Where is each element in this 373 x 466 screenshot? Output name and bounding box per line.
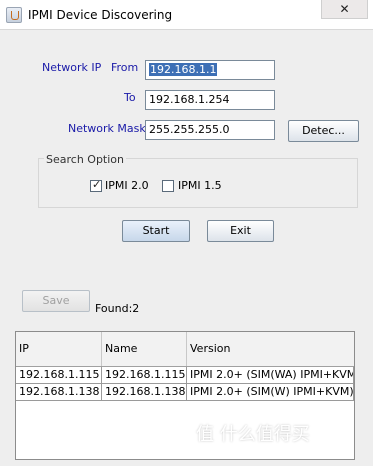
ipmi20-label: IPMI 2.0 <box>105 179 149 192</box>
dialog-window: IPMI Device Discovering ✕ Network IP Fro… <box>0 0 373 466</box>
cell-name: 192.168.1.115 <box>102 367 187 384</box>
cell-ip: 192.168.1.115 <box>16 367 102 384</box>
title-bar: IPMI Device Discovering ✕ <box>0 0 373 30</box>
network-mask-field[interactable]: 255.255.255.0 <box>145 120 275 140</box>
table-header: IP Name Version <box>16 332 354 367</box>
checkmark-icon: ✓ <box>92 178 102 191</box>
to-ip-field[interactable]: 192.168.1.254 <box>145 90 275 110</box>
exit-button[interactable]: Exit <box>207 220 274 242</box>
search-option-title: Search Option <box>44 153 126 166</box>
java-app-icon <box>6 7 22 23</box>
start-button[interactable]: Start <box>122 220 190 242</box>
cell-version: IPMI 2.0+ (SIM(WA) IPMI+KVM) <box>187 367 354 384</box>
table-row[interactable]: 192.168.1.115 192.168.1.115 IPMI 2.0+ (S… <box>16 367 354 384</box>
network-ip-label: Network IP <box>42 61 102 74</box>
detect-button[interactable]: Detec... <box>288 120 359 142</box>
site-watermark: 值 什么值得买 <box>196 424 310 445</box>
ipmi20-checkbox[interactable]: ✓ <box>90 178 102 192</box>
header-ip[interactable]: IP <box>16 332 102 366</box>
window-title: IPMI Device Discovering <box>28 8 173 22</box>
close-button[interactable]: ✕ <box>321 0 368 19</box>
table-row[interactable]: 192.168.1.138 192.168.1.138 IPMI 2.0+ (S… <box>16 384 354 401</box>
cell-ip: 192.168.1.138 <box>16 384 102 401</box>
from-ip-value: 192.168.1.1 <box>149 63 218 76</box>
header-name[interactable]: Name <box>102 332 187 366</box>
found-count: Found:2 <box>95 302 140 315</box>
network-mask-label: Network Mask <box>68 122 146 135</box>
ipmi15-checkbox[interactable] <box>162 180 174 192</box>
from-label: From <box>111 61 139 74</box>
ipmi15-label: IPMI 1.5 <box>178 179 222 192</box>
to-label: To <box>124 91 136 104</box>
cell-name: 192.168.1.138 <box>102 384 187 401</box>
from-ip-field[interactable]: 192.168.1.1 <box>145 60 275 80</box>
header-version[interactable]: Version <box>187 332 354 366</box>
save-button[interactable]: Save <box>22 290 90 312</box>
cell-version: IPMI 2.0+ (SIM(W) IPMI+KVM) <box>187 384 354 401</box>
